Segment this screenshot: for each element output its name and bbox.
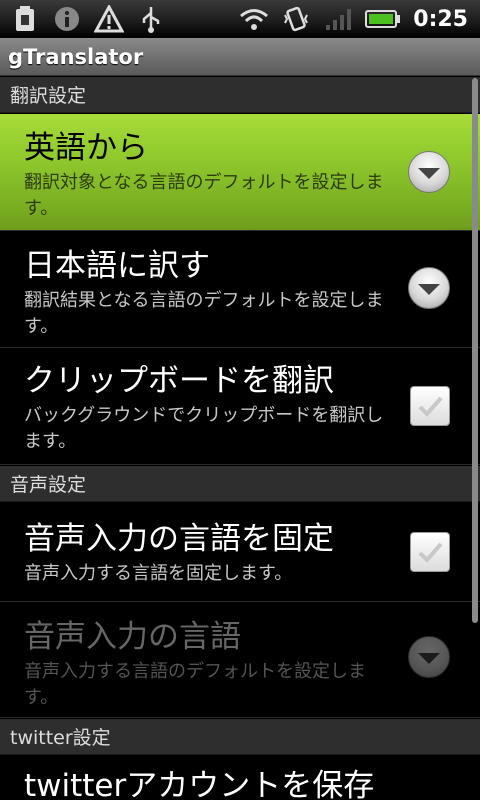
section-header-voice: 音声設定 xyxy=(0,466,480,502)
dropdown-arrow-icon[interactable] xyxy=(408,267,450,309)
pref-voice-lang-fixed[interactable]: 音声入力の言語を固定 音声入力する言語を固定します。 xyxy=(0,503,480,602)
warning-icon xyxy=(94,4,124,34)
app-title: gTranslator xyxy=(8,44,144,69)
pref-to-language[interactable]: 日本語に訳す 翻訳結果となる言語のデフォルトを設定します。 xyxy=(0,232,480,348)
section-header-twitter: twitter設定 xyxy=(0,719,480,755)
check-icon xyxy=(418,542,443,563)
battery-icon xyxy=(365,4,401,34)
pref-summary: バックグラウンドでクリップボードを翻訳します。 xyxy=(24,405,384,452)
pref-twitter-save[interactable]: twitterアカウントを保存 xyxy=(0,756,480,800)
pref-summary: 音声入力する言語のデフォルトを設定します。 xyxy=(24,661,366,708)
voice-fixed-checkbox[interactable] xyxy=(410,532,450,572)
scrollbar[interactable] xyxy=(472,78,478,623)
clipboard-checkbox[interactable] xyxy=(410,386,450,426)
pref-title: twitterアカウントを保存 xyxy=(24,768,375,800)
pref-title: 英語から xyxy=(24,130,148,166)
dropdown-arrow-icon[interactable] xyxy=(408,151,450,193)
clock: 0:25 xyxy=(413,6,468,32)
app-title-bar: gTranslator xyxy=(0,38,480,76)
dropdown-arrow-icon xyxy=(408,636,450,678)
pref-clipboard-translate[interactable]: クリップボードを翻訳 バックグラウンドでクリップボードを翻訳します。 xyxy=(0,349,480,465)
pref-summary: 翻訳対象となる言語のデフォルトを設定します。 xyxy=(24,172,384,219)
check-icon xyxy=(418,396,443,417)
pref-from-language[interactable]: 英語から 翻訳対象となる言語のデフォルトを設定します。 xyxy=(0,114,480,231)
pref-title: 音声入力の言語を固定 xyxy=(24,521,334,557)
vibrate-icon xyxy=(281,4,311,34)
sd-card-icon xyxy=(10,4,40,34)
wifi-icon xyxy=(239,4,269,34)
signal-icon xyxy=(323,4,353,34)
section-header-translation: 翻訳設定 xyxy=(0,77,480,113)
pref-title: 音声入力の言語 xyxy=(24,619,241,655)
pref-title: クリップボードを翻訳 xyxy=(24,363,334,399)
pref-title: 日本語に訳す xyxy=(24,248,210,284)
status-bar: 0:25 xyxy=(0,0,480,38)
pref-summary: 音声入力する言語を固定します。 xyxy=(24,563,293,584)
info-icon xyxy=(52,4,82,34)
pref-summary: 翻訳結果となる言語のデフォルトを設定します。 xyxy=(24,290,384,337)
usb-icon xyxy=(136,4,166,34)
pref-voice-lang: 音声入力の言語 音声入力する言語のデフォルトを設定します。 xyxy=(0,603,480,718)
